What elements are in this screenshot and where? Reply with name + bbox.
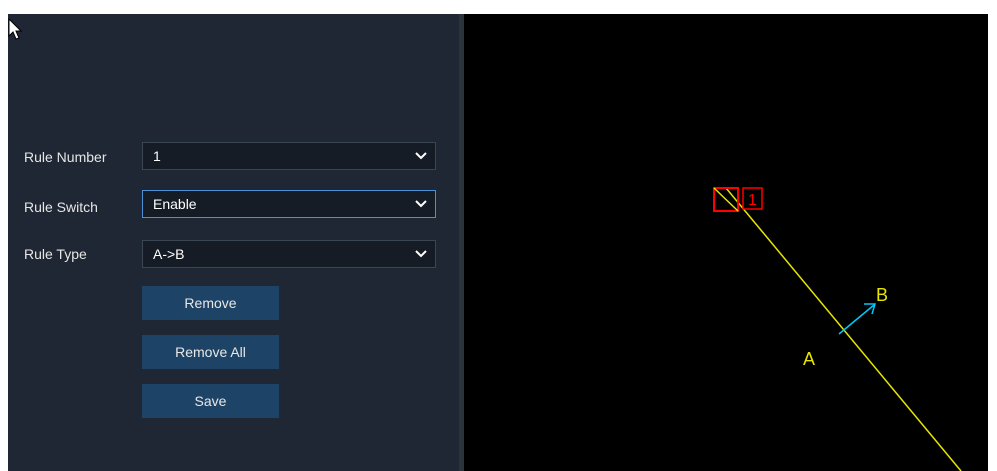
line-handle-slash — [713, 187, 739, 212]
rule-type-label: Rule Type — [24, 246, 87, 262]
direction-arrow-shaft — [838, 304, 875, 335]
mouse-cursor-icon — [8, 18, 22, 40]
video-preview[interactable]: 1 B A — [464, 14, 988, 471]
chevron-down-icon — [415, 250, 427, 258]
rule-type-value: A->B — [153, 246, 185, 262]
chevron-down-icon — [415, 152, 427, 160]
remove-button[interactable]: Remove — [142, 286, 279, 320]
rule-switch-select[interactable]: Enable — [142, 190, 436, 218]
chevron-down-icon — [415, 200, 427, 208]
app-window: Rule Number 1 Rule Switch Enable Rule Ty… — [0, 0, 997, 471]
rule-number-label: Rule Number — [24, 149, 107, 165]
save-button[interactable]: Save — [142, 384, 279, 418]
rule-number-select[interactable]: 1 — [142, 142, 436, 170]
remove-all-button[interactable]: Remove All — [142, 335, 279, 369]
rule-switch-label: Rule Switch — [24, 199, 98, 215]
rule-switch-value: Enable — [153, 196, 197, 212]
side-a-label: A — [803, 349, 815, 369]
rule-tag-number: 1 — [748, 192, 757, 209]
rule-number-value: 1 — [153, 148, 161, 164]
side-b-label: B — [876, 285, 888, 305]
rule-type-select[interactable]: A->B — [142, 240, 436, 268]
rule-overlay: 1 B A — [713, 187, 962, 471]
